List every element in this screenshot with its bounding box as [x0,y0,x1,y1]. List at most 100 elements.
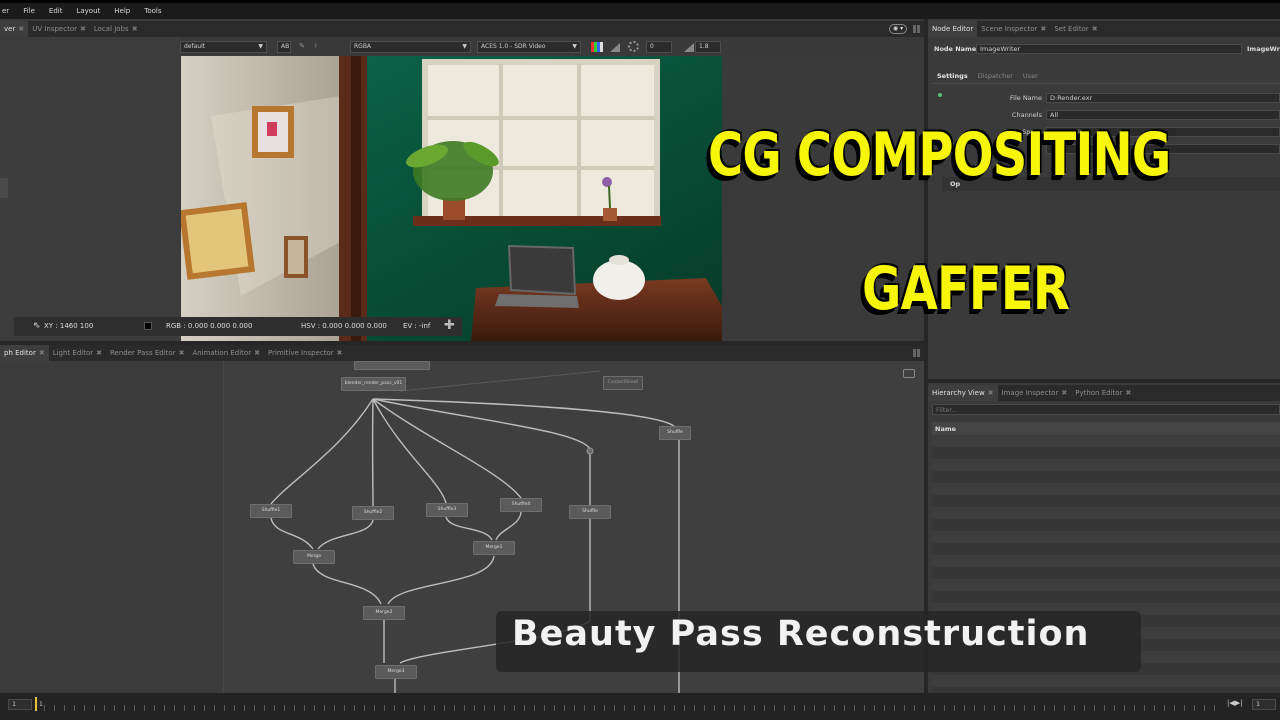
add-icon[interactable]: ✚ [444,318,455,333]
graph-node-shuffle4[interactable]: Shuffle4 [500,498,542,512]
graph-node-shuffle1[interactable]: Shuffle1 [250,504,292,518]
menu-help[interactable]: Help [114,7,130,15]
edge-merge-merge2 [312,563,382,605]
color-transform-select[interactable]: ACES 1.0 - SDR Video ▼ [477,41,581,53]
close-icon[interactable]: ✖ [254,349,260,357]
ab-compare-button[interactable]: AB [277,41,291,53]
tab-graph-editor[interactable]: ph Editor ✖ [0,345,49,361]
tab-light-editor[interactable]: Light Editor ✖ [49,345,106,361]
node-subtabs: Settings Dispatcher User [932,69,1280,83]
viewer-tabbar: ver ✖ UV Inspector ✖ Local Jobs ✖ ◉ ▾ [0,21,924,37]
exposure-ramp-icon [610,43,620,52]
menu-app[interactable]: er [2,7,9,15]
node-label: blender_render_pass_v01 [344,381,403,386]
frame-ticks[interactable] [44,705,1222,711]
tab-label: Node Editor [932,25,974,33]
subtab-dispatcher[interactable]: Dispatcher [973,72,1018,80]
close-icon[interactable]: ✖ [132,25,138,33]
overlay-title-line2: GAFFER [862,254,1070,324]
tab-hierarchy-view[interactable]: Hierarchy View ✖ [928,385,998,401]
channels-select[interactable]: RGBA ▼ [350,41,471,53]
tab-label: UV Inspector [32,25,77,33]
gamma-dial-icon[interactable] [628,41,639,52]
tab-scene-inspector[interactable]: Scene Inspector ✖ [977,21,1050,37]
node-label: Shuffle [667,430,683,435]
channels-field[interactable]: All [1046,110,1280,120]
close-icon[interactable]: ✖ [1092,25,1098,33]
settings-dial-icon[interactable]: ◉ ▾ [889,24,907,34]
start-frame-field[interactable]: 1 [8,699,32,710]
graph-node-shuffle5[interactable]: Shuffle [569,505,611,519]
close-icon[interactable]: ✖ [1040,25,1046,33]
close-icon[interactable]: ✖ [337,349,343,357]
file-name-field[interactable]: D:Render.exr [1046,93,1280,103]
graph-node-merge2[interactable]: Merge2 [363,606,405,620]
side-handle[interactable] [0,178,8,198]
menu-edit[interactable]: Edit [49,7,63,15]
tab-primitive-inspector[interactable]: Primitive Inspector ✖ [264,345,347,361]
tab-image-inspector[interactable]: Image Inspector ✖ [998,385,1072,401]
graph-node-shuffle6[interactable]: Shuffle [659,426,691,440]
layout-grid-icon[interactable] [913,25,921,33]
eyedropper-icon[interactable]: ⟊ [315,42,317,51]
close-icon[interactable]: ✖ [39,349,45,357]
filter-input[interactable] [932,404,1280,415]
name-column-header[interactable]: Name [932,422,1280,435]
playback-controls-icon[interactable]: |◀▶| [1227,699,1242,707]
dot-node [586,447,594,455]
chevron-down-icon: ▼ [258,43,263,50]
close-icon[interactable]: ✖ [1061,389,1067,397]
edge-source-shuffle4 [372,398,522,499]
graph-node-shuffle2[interactable]: Shuffle2 [352,506,394,520]
gamma-field[interactable]: 1.8 [695,41,721,53]
subtab-settings[interactable]: Settings [932,72,973,80]
close-icon[interactable]: ✖ [18,25,24,33]
close-icon[interactable]: ✖ [179,349,185,357]
cursor-icon: ⇖ [33,321,41,331]
tab-set-editor[interactable]: Set Editor ✖ [1050,21,1101,37]
horizontal-splitter[interactable] [0,341,924,345]
playhead-marker[interactable] [35,697,37,711]
rgb-channels-icon[interactable] [591,42,603,52]
close-icon[interactable]: ✖ [1125,389,1131,397]
node-label: Shuffle [582,509,598,514]
node-name-value: ImageWriter [980,45,1021,53]
graph-node-shuffle3[interactable]: Shuffle3 [426,503,468,517]
current-frame-label: 1 [39,701,43,708]
menu-file[interactable]: File [23,7,35,15]
graph-node-source[interactable]: blender_render_pass_v01 [341,377,406,391]
edge-source-shuffle6 [372,398,676,428]
node-name-field[interactable]: ImageWriter [976,44,1242,54]
end-frame-field[interactable]: 1 [1252,699,1276,710]
graph-node-merge3[interactable]: Merge3 [375,665,417,679]
tab-node-editor[interactable]: Node Editor [928,21,978,37]
tab-python-editor[interactable]: Python Editor ✖ [1071,385,1135,401]
tab-local-jobs[interactable]: Local Jobs ✖ [90,21,142,37]
graph-node-merge[interactable]: Merge [293,550,335,564]
graph-node-merge1[interactable]: Merge1 [473,541,515,555]
right-splitter[interactable] [928,379,1280,383]
subtab-user[interactable]: User [1018,72,1043,80]
graph-node-contact-sheet[interactable]: ContactSheet [603,376,643,390]
tab-render-pass-editor[interactable]: Render Pass Editor ✖ [106,345,188,361]
close-icon[interactable]: ✖ [80,25,86,33]
hierarchy-tabbar: Hierarchy View ✖ Image Inspector ✖ Python … [928,385,1280,401]
pixel-ev: EV : -inf [403,322,431,330]
menu-layout[interactable]: Layout [76,7,100,15]
close-icon[interactable]: ✖ [96,349,102,357]
menu-tools[interactable]: Tools [144,7,161,15]
tab-label: Hierarchy View [932,389,985,397]
color-transform-value: ACES 1.0 - SDR Video [481,43,546,50]
layout-grid-icon[interactable] [913,349,921,357]
tab-viewer[interactable]: ver ✖ [0,21,29,37]
graph-node-partial[interactable] [354,361,430,370]
tab-label: Local Jobs [93,25,129,33]
tab-uv-inspector[interactable]: UV Inspector ✖ [28,21,90,37]
brush-icon[interactable]: ✎ [299,42,305,50]
exposure-field[interactable]: 0 [646,41,672,53]
view-select[interactable]: default ▼ [180,41,267,53]
tab-animation-editor[interactable]: Animation Editor ✖ [188,345,264,361]
start-frame-value: 1 [12,700,17,708]
close-icon[interactable]: ✖ [988,389,994,397]
graph-tabbar: ph Editor ✖ Light Editor ✖ Render Pass Edi… [0,345,924,361]
